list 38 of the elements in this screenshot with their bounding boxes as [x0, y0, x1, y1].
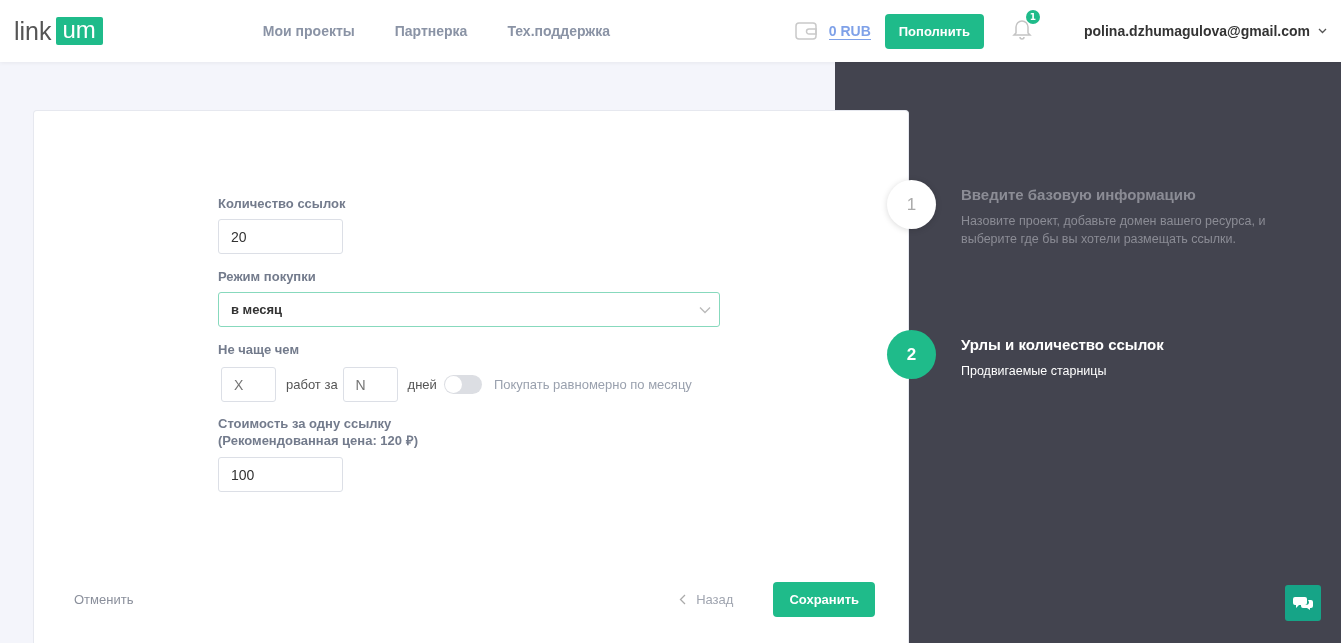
notification-badge: 1: [1026, 10, 1040, 24]
field-label: Стоимость за одну ссылку: [218, 416, 393, 431]
field-label: Количество ссылок: [218, 196, 347, 211]
nav-link[interactable]: Партнерка: [394, 23, 468, 39]
purchase-mode-select[interactable]: в месяц: [218, 292, 720, 327]
logo-text: link: [14, 16, 52, 46]
step-title: Введите базовую информацию: [961, 186, 1197, 203]
chat-icon: [1293, 595, 1313, 611]
logo-badge: um: [55, 17, 103, 45]
save-button[interactable]: Сохранить: [773, 582, 875, 617]
back-link[interactable]: Назад: [679, 592, 734, 607]
cancel-link[interactable]: Отменить: [74, 592, 134, 607]
nav-link[interactable]: Мои проекты: [262, 23, 355, 39]
field-label: Режим покупки: [218, 269, 317, 284]
step-description: Назовите проект, добавьте домен вашего ресурса, и выберите где бы вы хотели размещать ссылки.: [961, 213, 1267, 248]
link-count-field[interactable]: 20: [218, 219, 343, 254]
topup-button[interactable]: Пополнить: [884, 13, 984, 49]
step-description: Продвигаемые старницы: [961, 363, 1108, 380]
step-title: Урлы и количество ссылок: [961, 336, 1165, 353]
n-field[interactable]: N: [342, 367, 398, 402]
field-label: Не чаще чем: [218, 342, 301, 357]
user-menu[interactable]: polina.dzhumagulova@gmail.com: [1084, 23, 1327, 39]
chevron-down-icon: [699, 305, 711, 314]
balance-link[interactable]: 0 RUB: [828, 22, 871, 40]
field-hint: (Рекомендованная цена: 120 ₽): [218, 432, 419, 449]
price-field[interactable]: 100: [218, 457, 343, 492]
nav-link[interactable]: Тех.поддержка: [507, 23, 610, 39]
works-label: работ за: [286, 377, 338, 392]
chat-button[interactable]: [1285, 585, 1321, 621]
x-field[interactable]: X: [221, 367, 276, 402]
toggle-switch[interactable]: [443, 375, 482, 394]
bell-icon[interactable]: [1012, 18, 1032, 40]
wallet-icon: [794, 21, 817, 41]
logo[interactable]: link um: [14, 16, 103, 46]
days-label: дней: [407, 377, 437, 392]
toggle-label: Покупать равномерно по месяцу: [493, 377, 692, 392]
chevron-left-icon: [679, 594, 687, 605]
chevron-down-icon: [1318, 28, 1327, 34]
